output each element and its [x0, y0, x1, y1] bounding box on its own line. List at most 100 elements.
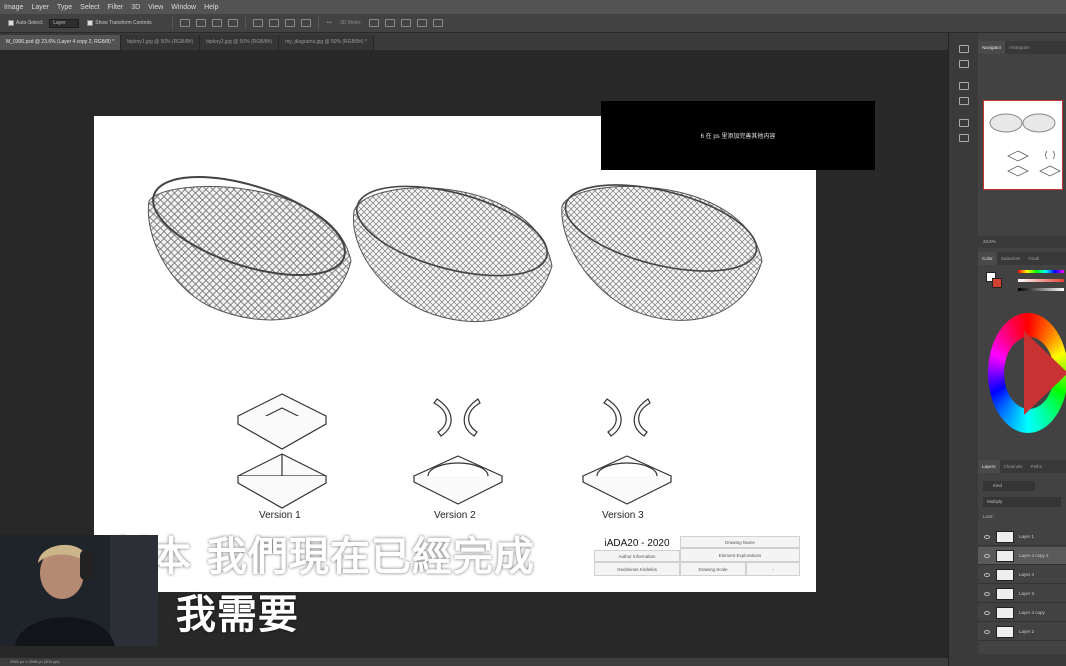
bowl-version-1 [147, 175, 352, 321]
document-canvas[interactable]: Version 1 Version 2 Version 3 iADA20 - 2… [94, 116, 816, 592]
auto-select-dropdown[interactable]: Layer [49, 18, 80, 28]
3d-mode-label: 3D Mode: [339, 20, 362, 26]
auto-select-label: Auto-Select: [16, 20, 44, 26]
menu-help[interactable]: Help [200, 4, 222, 11]
distribute-center-icon[interactable] [268, 19, 279, 27]
menu-type[interactable]: Type [53, 4, 76, 11]
tab-channels[interactable]: Channels [1000, 460, 1027, 473]
layer-name: Layer 4 copy 2 [1019, 553, 1049, 558]
title-block: iADA20 - 2020 Author Information Gedimin… [594, 536, 800, 578]
menu-layer[interactable]: Layer [27, 4, 53, 11]
layer-thumbnail [996, 549, 1014, 562]
blend-mode-dropdown[interactable]: Multiply [983, 497, 1061, 507]
tab-my-diagrams[interactable]: my_diagrams.jpg @ 50% (RGB/8#) * [279, 35, 374, 50]
drawing-name-cell: Drawing Name [680, 536, 800, 548]
brush-icon[interactable] [958, 82, 969, 90]
menu-select[interactable]: Select [76, 4, 103, 11]
tab-biplory1[interactable]: biplory1.jpg @ 50% (RGB/8#) [121, 35, 201, 50]
align-right-icon[interactable] [211, 19, 222, 27]
character-icon[interactable] [958, 119, 969, 127]
menu-bar: Image Layer Type Select Filter 3D View W… [0, 0, 1066, 14]
align-center-icon[interactable] [195, 19, 206, 27]
layer-row[interactable]: Layer 1 [978, 528, 1066, 546]
menu-3d[interactable]: 3D [127, 4, 144, 11]
bowl-version-3 [561, 184, 763, 321]
navigator-thumbnail[interactable] [983, 100, 1063, 190]
tab-paths[interactable]: Paths [1027, 460, 1047, 473]
subtitle-line-1: 版本 我們現在已經完成 [110, 534, 535, 580]
layer-row[interactable]: Layer 4 [978, 566, 1066, 584]
background-color-swatch[interactable] [992, 278, 1002, 288]
title-block-title-cell: iADA20 - 2020 [594, 536, 680, 550]
properties-icon[interactable] [958, 60, 969, 68]
element-version-3 [581, 398, 673, 505]
tab-active-document[interactable]: M_0306.psd @ 23.6% (Layer 4 copy 2, RGB/… [0, 35, 122, 50]
tab-histogram[interactable]: Histogram [1005, 41, 1034, 54]
annotation-note: 6 在 ps 里添加完善其他内容 [601, 101, 875, 170]
scale-cell: Drawing Scale [680, 562, 746, 576]
tab-biplory2[interactable]: biplory2.jpg @ 50% (RGB/8#) [200, 35, 280, 50]
right-panels: Navigator Histogram 23.6% Color Swatches… [978, 33, 1066, 666]
visibility-eye-icon[interactable] [984, 553, 990, 558]
distribute-top-icon[interactable] [300, 19, 311, 27]
menu-filter[interactable]: Filter [104, 4, 128, 11]
author-name-cell: Gediminas Kirdeikis [594, 562, 680, 576]
visibility-eye-icon[interactable] [984, 534, 990, 539]
tab-swatches[interactable]: Swatches [997, 252, 1025, 265]
layer-name: Layer 4 copy [1019, 610, 1045, 615]
tab-gradients[interactable]: Gradi [1024, 252, 1043, 265]
3d-rotate-icon[interactable] [368, 19, 379, 27]
layer-filter-kind[interactable]: Kind [983, 481, 1035, 491]
3d-scale-icon[interactable] [432, 19, 443, 27]
layer-row[interactable]: Layer 2 [978, 623, 1066, 641]
visibility-eye-icon[interactable] [984, 591, 990, 596]
layer-row[interactable]: Layer 4 copy [978, 604, 1066, 622]
3d-pan-icon[interactable] [400, 19, 411, 27]
menu-window[interactable]: Window [167, 4, 200, 11]
color-triangle[interactable] [1008, 331, 1066, 415]
transform-controls-checkbox[interactable] [87, 20, 94, 26]
menu-view[interactable]: View [144, 4, 167, 11]
divider [317, 17, 319, 29]
photoshop-window: Image Layer Type Select Filter 3D View W… [0, 0, 1066, 666]
more-options-button[interactable]: ••• [327, 20, 332, 26]
status-bar: 3963 px x 2598 px (300 ppi) [0, 658, 948, 666]
layer-thumbnail [996, 625, 1014, 638]
layer-row-selected[interactable]: Layer 4 copy 2 [978, 547, 1066, 565]
distribute-left-icon[interactable] [252, 19, 263, 27]
paragraph-icon[interactable] [958, 134, 969, 142]
scale-value-cell: - [746, 562, 800, 576]
distribute-right-icon[interactable] [284, 19, 295, 27]
visibility-eye-icon[interactable] [984, 629, 990, 634]
webcam-overlay [0, 535, 158, 646]
3d-roll-icon[interactable] [384, 19, 395, 27]
layers-footer-toolbar [978, 654, 1066, 666]
zoom-field[interactable]: 23.6% [978, 236, 1066, 248]
align-top-icon[interactable] [227, 19, 238, 27]
tab-layers[interactable]: Layers [978, 460, 1000, 473]
hue-slider[interactable] [1018, 270, 1064, 273]
version-1-label: Version 1 [259, 510, 301, 521]
element-version-2 [412, 398, 504, 505]
lock-label: Lock: [983, 514, 994, 519]
visibility-eye-icon[interactable] [984, 572, 990, 577]
author-cell: Author Information [594, 550, 680, 562]
layer-thumbnail [996, 568, 1014, 581]
layer-row[interactable]: Layer 3 [978, 585, 1066, 603]
bowl-version-2 [352, 185, 553, 322]
3d-slide-icon[interactable] [416, 19, 427, 27]
version-3-label: Version 3 [602, 510, 644, 521]
title-block-title: iADA20 - 2020 [604, 537, 670, 549]
history-icon[interactable] [958, 45, 969, 53]
tab-navigator[interactable]: Navigator [978, 41, 1006, 54]
clone-icon[interactable] [958, 97, 969, 105]
auto-select-checkbox[interactable] [8, 20, 14, 26]
tab-color[interactable]: Color [978, 252, 997, 265]
menu-image[interactable]: Image [0, 4, 27, 11]
presenter-video [0, 535, 158, 646]
layer-name: Layer 3 [1019, 591, 1035, 596]
align-left-icon[interactable] [179, 19, 190, 27]
visibility-eye-icon[interactable] [984, 610, 990, 615]
saturation-slider[interactable] [1018, 279, 1064, 282]
brightness-slider[interactable] [1018, 288, 1064, 291]
